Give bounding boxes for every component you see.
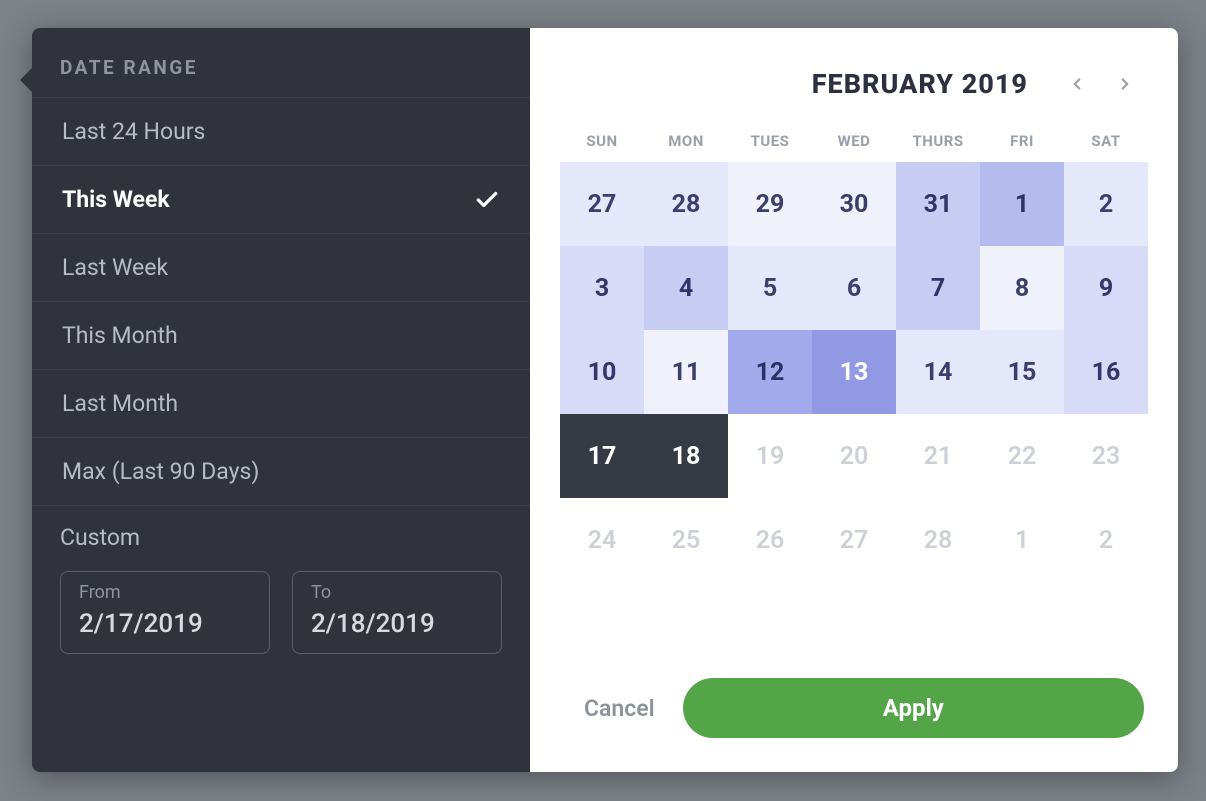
calendar-day[interactable]: 16 bbox=[1064, 330, 1148, 414]
range-label: This Week bbox=[62, 186, 170, 213]
modal-footer: Cancel Apply bbox=[560, 678, 1148, 742]
cancel-button[interactable]: Cancel bbox=[584, 695, 655, 722]
calendar-day[interactable]: 10 bbox=[560, 330, 644, 414]
calendar-day[interactable]: 24 bbox=[560, 498, 644, 582]
range-last-month[interactable]: Last Month bbox=[32, 369, 530, 437]
range-label: This Month bbox=[62, 322, 178, 349]
preset-panel: DATE RANGE Last 24 Hours This Week Last … bbox=[32, 28, 530, 772]
dow-label: THURS bbox=[896, 132, 980, 150]
apply-button[interactable]: Apply bbox=[683, 678, 1144, 738]
calendar-day[interactable]: 25 bbox=[644, 498, 728, 582]
calendar-day[interactable]: 5 bbox=[728, 246, 812, 330]
range-this-month[interactable]: This Month bbox=[32, 301, 530, 369]
range-list: Last 24 Hours This Week Last Week This M… bbox=[32, 97, 530, 506]
calendar-month-label: FEBRUARY 2019 bbox=[812, 68, 1028, 100]
range-max-90-days[interactable]: Max (Last 90 Days) bbox=[32, 437, 530, 506]
calendar-day[interactable]: 8 bbox=[980, 246, 1064, 330]
range-label: Last Month bbox=[62, 390, 178, 417]
calendar-day[interactable]: 17 bbox=[560, 414, 644, 498]
calendar-grid: 2728293031123456789101112131415161718192… bbox=[560, 162, 1148, 582]
range-last-24-hours[interactable]: Last 24 Hours bbox=[32, 97, 530, 165]
calendar-day[interactable]: 12 bbox=[728, 330, 812, 414]
to-label: To bbox=[311, 582, 483, 603]
calendar-day[interactable]: 28 bbox=[644, 162, 728, 246]
dow-label: SUN bbox=[560, 132, 644, 150]
calendar-header: FEBRUARY 2019 bbox=[560, 68, 1148, 100]
from-value: 2/17/2019 bbox=[79, 609, 251, 639]
calendar-day[interactable]: 6 bbox=[812, 246, 896, 330]
to-date-input[interactable]: To 2/18/2019 bbox=[292, 571, 502, 654]
custom-inputs: From 2/17/2019 To 2/18/2019 bbox=[60, 571, 502, 654]
calendar-day[interactable]: 18 bbox=[644, 414, 728, 498]
calendar-day[interactable]: 20 bbox=[812, 414, 896, 498]
calendar-panel: FEBRUARY 2019 SUNMONTUESWEDTHURSFRISAT 2… bbox=[530, 28, 1178, 772]
chevron-right-icon bbox=[1116, 75, 1134, 93]
next-month-button[interactable] bbox=[1110, 69, 1140, 99]
calendar-day[interactable]: 26 bbox=[728, 498, 812, 582]
calendar-day[interactable]: 1 bbox=[980, 162, 1064, 246]
calendar-day[interactable]: 31 bbox=[896, 162, 980, 246]
range-label: Last 24 Hours bbox=[62, 118, 205, 145]
calendar-day[interactable]: 2 bbox=[1064, 498, 1148, 582]
calendar-day[interactable]: 3 bbox=[560, 246, 644, 330]
calendar-day[interactable]: 15 bbox=[980, 330, 1064, 414]
calendar-day[interactable]: 27 bbox=[560, 162, 644, 246]
dow-label: MON bbox=[644, 132, 728, 150]
dow-label: TUES bbox=[728, 132, 812, 150]
calendar-body: SUNMONTUESWEDTHURSFRISAT 272829303112345… bbox=[560, 132, 1148, 582]
calendar-day[interactable]: 11 bbox=[644, 330, 728, 414]
calendar-day[interactable]: 7 bbox=[896, 246, 980, 330]
calendar-day[interactable]: 4 bbox=[644, 246, 728, 330]
custom-section: Custom From 2/17/2019 To 2/18/2019 bbox=[32, 506, 530, 654]
calendar-day[interactable]: 27 bbox=[812, 498, 896, 582]
range-this-week[interactable]: This Week bbox=[32, 165, 530, 233]
prev-month-button[interactable] bbox=[1062, 69, 1092, 99]
panel-title: DATE RANGE bbox=[32, 56, 530, 97]
calendar-day[interactable]: 21 bbox=[896, 414, 980, 498]
check-icon bbox=[474, 187, 500, 213]
dow-label: FRI bbox=[980, 132, 1064, 150]
calendar-day[interactable]: 23 bbox=[1064, 414, 1148, 498]
calendar-day[interactable]: 19 bbox=[728, 414, 812, 498]
chevron-left-icon bbox=[1068, 75, 1086, 93]
calendar-day[interactable]: 22 bbox=[980, 414, 1064, 498]
calendar-day[interactable]: 30 bbox=[812, 162, 896, 246]
range-label: Last Week bbox=[62, 254, 168, 281]
range-label: Max (Last 90 Days) bbox=[62, 458, 259, 485]
calendar-day[interactable]: 14 bbox=[896, 330, 980, 414]
from-label: From bbox=[79, 582, 251, 603]
calendar-day[interactable]: 2 bbox=[1064, 162, 1148, 246]
from-date-input[interactable]: From 2/17/2019 bbox=[60, 571, 270, 654]
dow-label: SAT bbox=[1064, 132, 1148, 150]
date-range-modal: DATE RANGE Last 24 Hours This Week Last … bbox=[32, 28, 1178, 772]
dow-label: WED bbox=[812, 132, 896, 150]
day-of-week-row: SUNMONTUESWEDTHURSFRISAT bbox=[560, 132, 1148, 150]
calendar-day[interactable]: 28 bbox=[896, 498, 980, 582]
to-value: 2/18/2019 bbox=[311, 609, 483, 639]
calendar-day[interactable]: 1 bbox=[980, 498, 1064, 582]
calendar-day[interactable]: 13 bbox=[812, 330, 896, 414]
range-last-week[interactable]: Last Week bbox=[32, 233, 530, 301]
calendar-day[interactable]: 29 bbox=[728, 162, 812, 246]
calendar-day[interactable]: 9 bbox=[1064, 246, 1148, 330]
custom-label: Custom bbox=[60, 524, 502, 551]
